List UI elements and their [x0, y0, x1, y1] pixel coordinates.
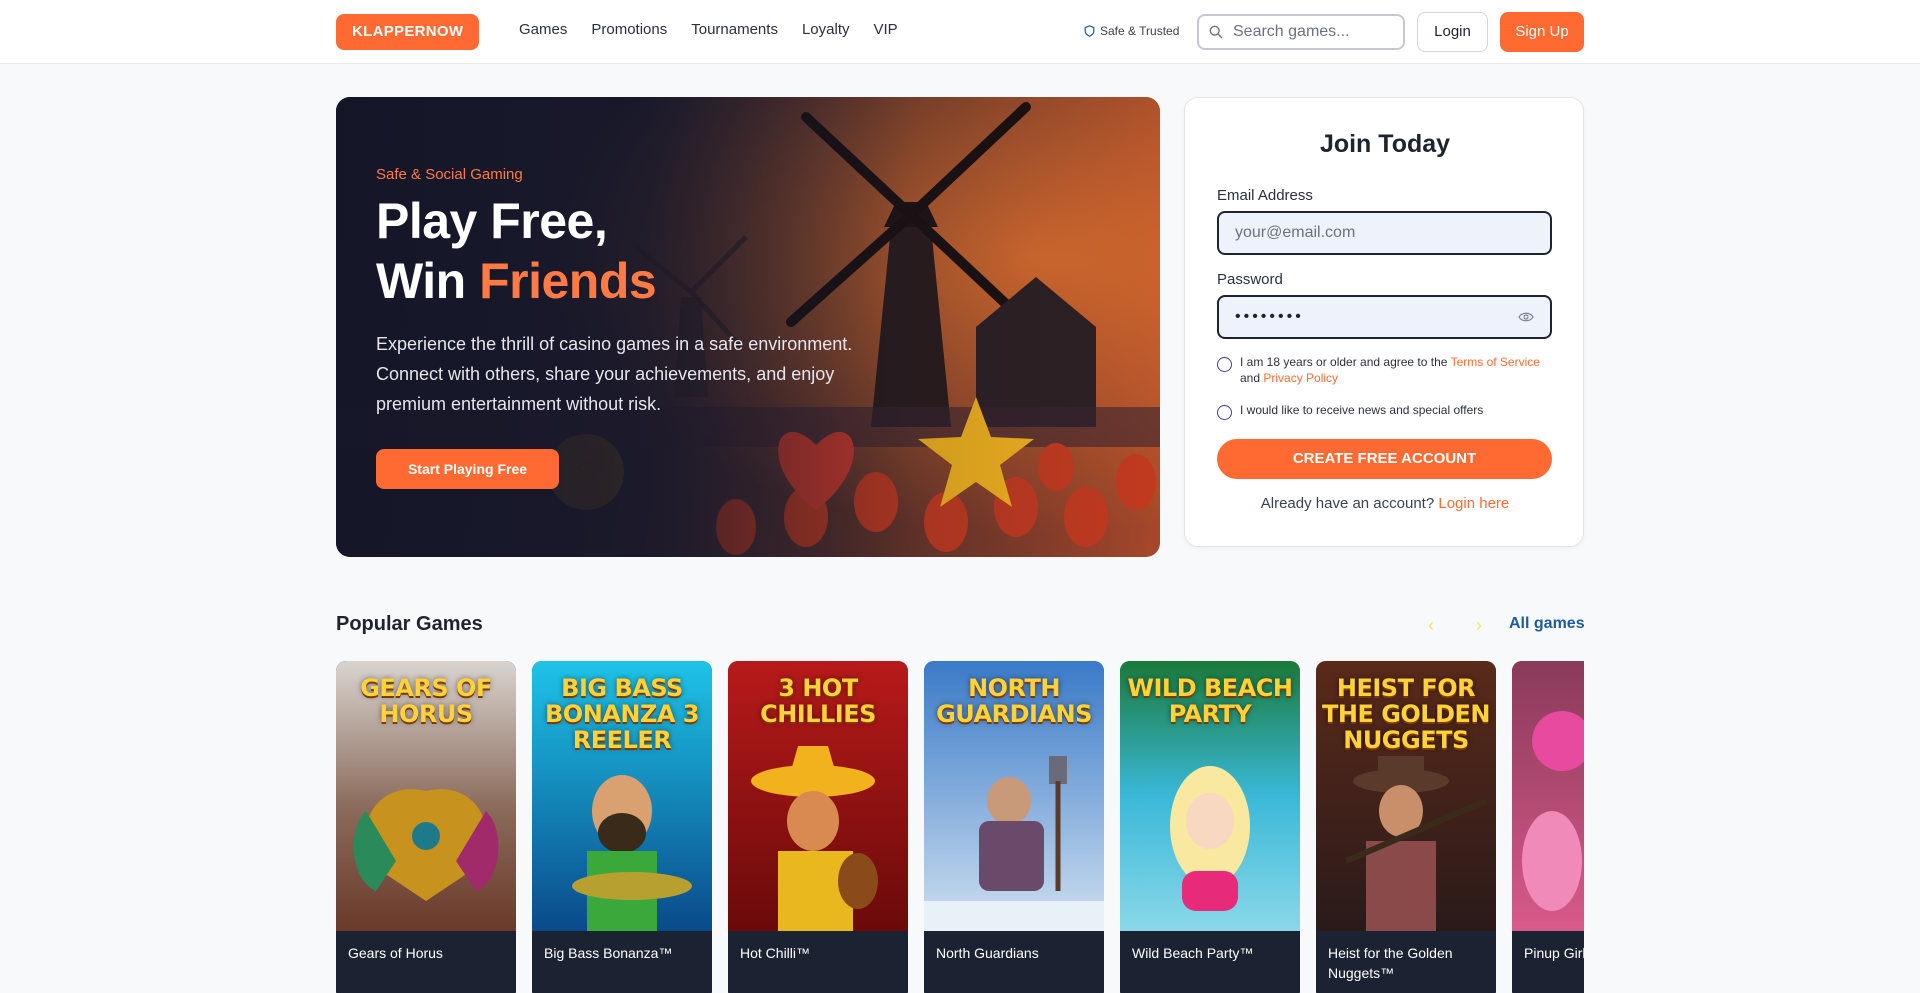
trusted-label: Safe & Trusted [1100, 24, 1180, 38]
privacy-link[interactable]: Privacy Policy [1263, 371, 1338, 385]
terms-prefix: I am 18 years or older and agree to the [1240, 355, 1451, 369]
newsletter-checkbox-row[interactable]: I would like to receive news and special… [1217, 402, 1557, 420]
email-field[interactable] [1217, 211, 1552, 255]
game-card[interactable]: Pinup Girls [1512, 661, 1584, 993]
top-navbar: KLAPPERNOW Games Promotions Tournaments … [0, 0, 1920, 64]
signup-panel: Join Today Email Address Password ••••••… [1184, 97, 1584, 547]
hero-banner: $ Safe & Social Gaming Play Free, Win Fr… [336, 97, 1160, 557]
hero-eyebrow: Safe & Social Gaming [376, 166, 523, 183]
hero-title-win: Win [376, 253, 480, 309]
carousel-prev-icon[interactable]: ‹ [1428, 615, 1434, 636]
nav-link-vip[interactable]: VIP [873, 21, 897, 38]
hero-title-friends: Friends [479, 253, 657, 309]
hero-title-line1: Play Free, [376, 193, 608, 249]
game-card[interactable]: GEARS OF HORUS Gears of Horus [336, 661, 516, 993]
game-name: Hot Chilli™ [740, 945, 811, 961]
game-name: Heist for the Golden Nuggets™ [1328, 945, 1453, 981]
trusted-badge: Safe & Trusted [1084, 24, 1179, 38]
game-thumbnail [1512, 661, 1584, 931]
game-art-title: GEARS OF HORUS [360, 674, 492, 728]
game-name: Pinup Girls [1524, 945, 1584, 961]
start-playing-button[interactable]: Start Playing Free [376, 449, 559, 489]
password-value[interactable]: •••••••• [1235, 308, 1518, 326]
newsletter-checkbox[interactable] [1217, 405, 1232, 420]
game-art-title: 3 HOT CHILLIES [760, 674, 876, 728]
game-name: North Guardians [936, 945, 1039, 961]
logo[interactable]: KLAPPERNOW [336, 14, 480, 50]
game-art-title: HEIST FOR THE GOLDEN NUGGETS [1321, 674, 1491, 754]
terms-and: and [1240, 371, 1264, 385]
nav-link-loyalty[interactable]: Loyalty [802, 21, 850, 38]
signup-button[interactable]: Sign Up [1500, 12, 1584, 52]
search-input[interactable] [1233, 23, 1383, 41]
game-card[interactable]: NORTH GUARDIANS North Guardians [924, 661, 1104, 993]
game-art-title: BIG BASS BONANZA 3 REELER [545, 674, 699, 754]
carousel-next-icon[interactable]: › [1476, 615, 1482, 636]
already-account: Already have an account? Login here [1185, 495, 1585, 512]
nav-link-promotions[interactable]: Promotions [591, 21, 667, 38]
popular-games-title: Popular Games [336, 613, 483, 635]
already-prefix: Already have an account? [1260, 495, 1439, 512]
game-name: Gears of Horus [348, 945, 443, 961]
email-input[interactable] [1235, 224, 1534, 242]
nav-link-tournaments[interactable]: Tournaments [691, 21, 778, 38]
terms-text: I am 18 years or older and agree to the … [1240, 354, 1557, 386]
search-icon [1209, 25, 1223, 39]
terms-link[interactable]: Terms of Service [1451, 355, 1540, 369]
hero-title: Play Free, Win Friends [376, 191, 657, 311]
email-label: Email Address [1217, 187, 1313, 204]
game-card[interactable]: WILD BEACH PARTY Wild Beach Party™ [1120, 661, 1300, 993]
game-card[interactable]: BIG BASS BONANZA 3 REELER Big Bass Bonan… [532, 661, 712, 993]
login-here-link[interactable]: Login here [1438, 495, 1509, 512]
game-name: Wild Beach Party™ [1132, 945, 1254, 961]
join-title: Join Today [1319, 130, 1451, 158]
games-carousel: GEARS OF HORUS Gears of Horus BIG BASS B… [336, 661, 1584, 993]
game-art-title: WILD BEACH PARTY [1127, 674, 1293, 728]
shield-icon [1084, 25, 1095, 37]
newsletter-text: I would like to receive news and special… [1240, 403, 1484, 417]
game-art-title: NORTH GUARDIANS [936, 674, 1092, 728]
password-field[interactable]: •••••••• [1217, 295, 1552, 339]
game-card[interactable]: 3 HOT CHILLIES Hot Chilli™ [728, 661, 908, 993]
login-button[interactable]: Login [1417, 12, 1488, 52]
terms-checkbox-row[interactable]: I am 18 years or older and agree to the … [1217, 354, 1557, 386]
eye-icon[interactable] [1518, 311, 1534, 323]
all-games-link[interactable]: All games [1509, 615, 1585, 633]
create-account-button[interactable]: CREATE FREE ACCOUNT [1217, 439, 1552, 479]
hero-description: Experience the thrill of casino games in… [376, 334, 853, 414]
game-name: Big Bass Bonanza™ [544, 945, 673, 961]
nav-link-games[interactable]: Games [519, 21, 567, 38]
password-label: Password [1217, 271, 1283, 288]
terms-checkbox[interactable] [1217, 357, 1232, 372]
search-box[interactable] [1197, 14, 1405, 50]
hero-title-line2: Win Friends [376, 251, 657, 311]
game-card[interactable]: HEIST FOR THE GOLDEN NUGGETS Heist for t… [1316, 661, 1496, 993]
main-nav: Games Promotions Tournaments Loyalty VIP [519, 21, 898, 38]
